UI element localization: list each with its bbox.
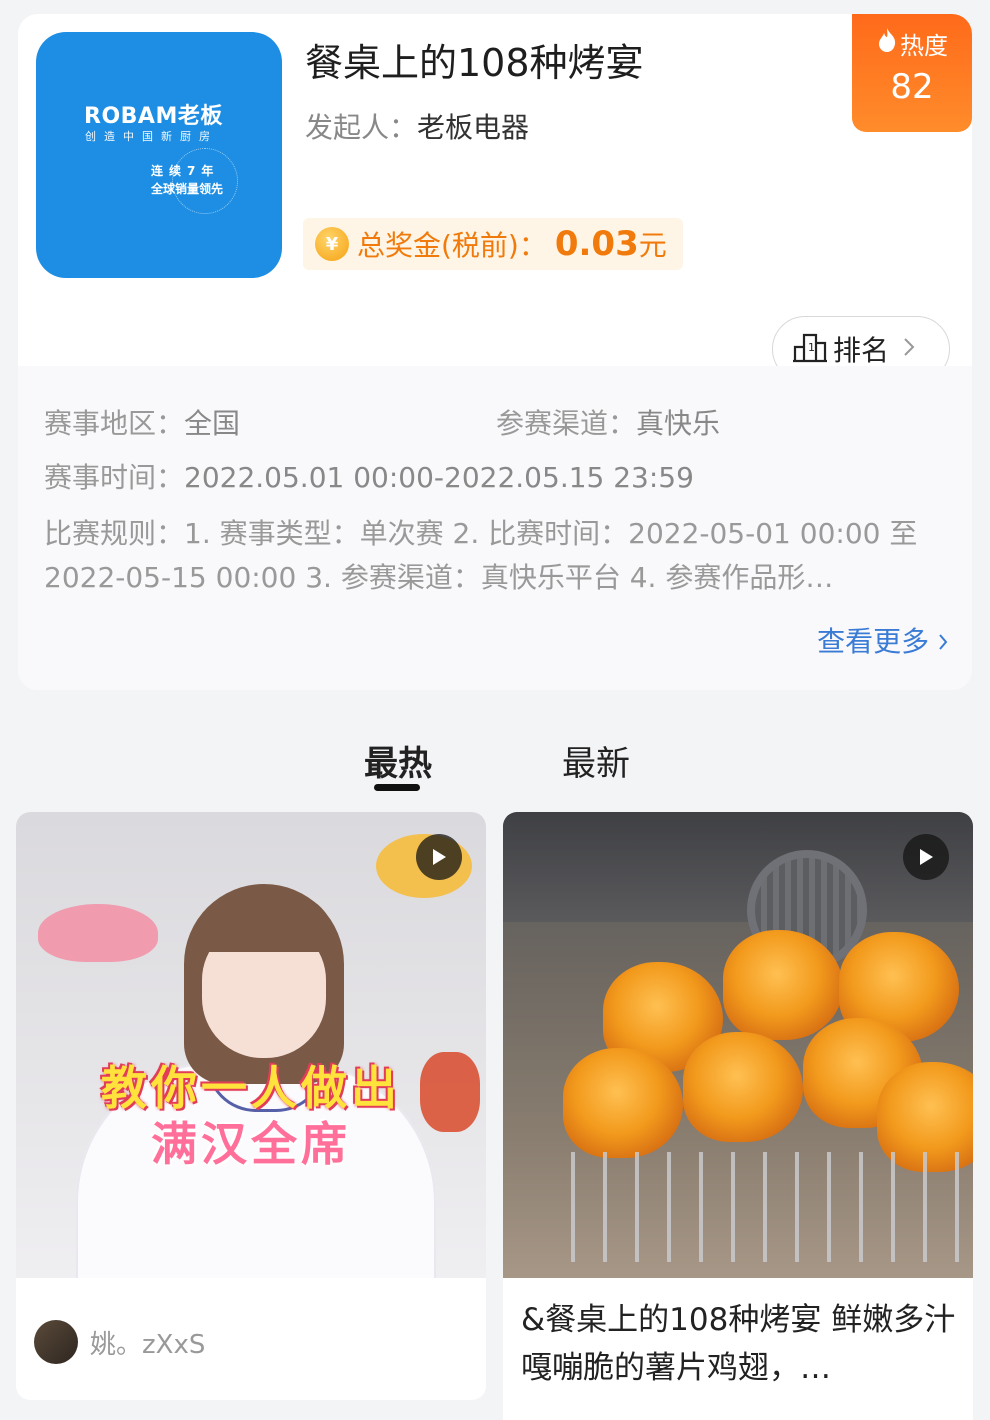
channel-value: 真快乐 bbox=[636, 407, 721, 440]
prize-label: 总奖金(税前)： bbox=[357, 229, 547, 262]
initiator: 发起人：老板电器 bbox=[305, 106, 529, 146]
heat-badge: 热度 82 bbox=[852, 14, 972, 132]
feed-tabs: 最热 最新 bbox=[0, 736, 990, 796]
oven-ceiling bbox=[503, 812, 973, 922]
logo-tagline: 创造中国新厨房 bbox=[85, 130, 218, 143]
video-thumbnail[interactable]: 教你一人做出 满汉全席 bbox=[16, 812, 486, 1278]
girl-bangs bbox=[196, 894, 334, 952]
region-value: 全国 bbox=[184, 407, 241, 440]
feed-card[interactable]: 教你一人做出 满汉全席 姚。zXxS bbox=[16, 812, 486, 1400]
chicken-wing bbox=[723, 930, 843, 1040]
video-thumbnail[interactable] bbox=[503, 812, 973, 1278]
ranking-icon: 1 bbox=[791, 331, 829, 367]
initiator-label: 发起人： bbox=[305, 111, 418, 144]
contest-title: 餐桌上的108种烤宴 bbox=[305, 41, 644, 85]
heat-value: 82 bbox=[890, 67, 934, 107]
coin-icon: ¥ bbox=[315, 227, 349, 261]
dessert-sticker bbox=[38, 904, 158, 962]
contest-card: ROBAM老板 创造中国新厨房 连续7年 全球销量领先 餐桌上的108种烤宴 发… bbox=[18, 14, 972, 690]
contest-rules: 比赛规则：1. 赛事类型：单次赛 2. 比赛时间：2022-05-01 00:0… bbox=[44, 517, 918, 594]
see-more-label: 查看更多 bbox=[817, 625, 930, 658]
post-title[interactable]: &餐桌上的108种烤宴 鲜嫩多汁嘎嘣脆的薯片鸡翅，… bbox=[521, 1296, 961, 1392]
author-name[interactable]: 姚。zXxS bbox=[90, 1324, 205, 1361]
logo-brand-text: ROBAM老板 bbox=[84, 104, 223, 129]
feed-card[interactable]: &餐桌上的108种烤宴 鲜嫩多汁嘎嘣脆的薯片鸡翅，… bbox=[503, 812, 973, 1420]
region-label: 赛事地区： bbox=[44, 407, 185, 440]
channel-label: 参赛渠道： bbox=[496, 407, 637, 440]
logo-badge-line2: 全球销量领先 bbox=[151, 182, 224, 196]
prize-value: 0.03 bbox=[554, 224, 639, 264]
chevron-right-icon bbox=[903, 335, 915, 363]
logo-badge-line1: 连续7年 bbox=[151, 164, 220, 178]
svg-text:1: 1 bbox=[808, 341, 815, 354]
active-tab-indicator bbox=[374, 784, 420, 791]
chicken-wing bbox=[563, 1048, 683, 1158]
see-more-link[interactable]: 查看更多 bbox=[817, 620, 948, 660]
contest-info: 赛事地区：全国 参赛渠道：真快乐 赛事时间：2022.05.01 00:00-2… bbox=[18, 366, 972, 690]
oven-rack bbox=[543, 1152, 963, 1262]
time-label: 赛事时间： bbox=[44, 461, 185, 494]
heat-label: 热度 bbox=[900, 32, 948, 60]
time-value: 2022.05.01 00:00-2022.05.15 23:59 bbox=[184, 461, 694, 494]
author-info[interactable]: 姚。zXxS bbox=[34, 1320, 205, 1364]
play-icon[interactable] bbox=[416, 834, 462, 880]
prize-unit: 元 bbox=[638, 229, 667, 262]
chicken-wing bbox=[683, 1032, 803, 1142]
brand-logo: ROBAM老板 创造中国新厨房 连续7年 全球销量领先 bbox=[36, 32, 282, 278]
tab-newest[interactable]: 最新 bbox=[562, 736, 630, 785]
region-row: 赛事地区：全国 bbox=[44, 402, 240, 442]
ranking-label: 排名 bbox=[833, 334, 890, 367]
channel-row: 参赛渠道：真快乐 bbox=[496, 402, 720, 442]
prize-pool: ¥ 总奖金(税前)： 0.03 元 bbox=[303, 218, 683, 270]
time-row: 赛事时间：2022.05.01 00:00-2022.05.15 23:59 bbox=[44, 456, 694, 496]
play-icon[interactable] bbox=[903, 834, 949, 880]
chevron-right-icon bbox=[938, 625, 948, 658]
tab-hottest[interactable]: 最热 bbox=[364, 736, 432, 785]
thumbnail-caption-line2: 满汉全席 bbox=[151, 1117, 351, 1171]
initiator-value[interactable]: 老板电器 bbox=[417, 111, 529, 144]
flame-icon bbox=[876, 27, 898, 60]
avatar[interactable] bbox=[34, 1320, 78, 1364]
